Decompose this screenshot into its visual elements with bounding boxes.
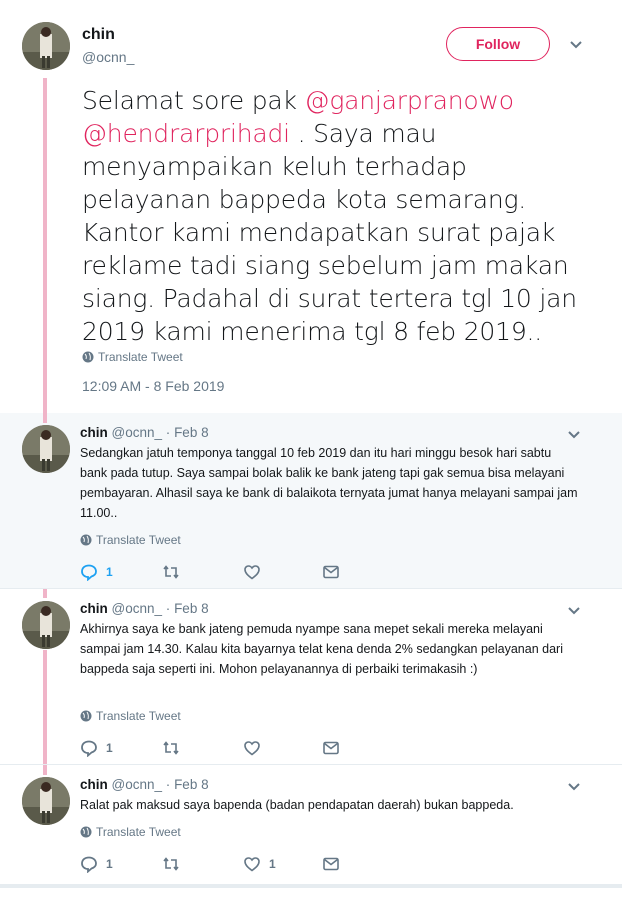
like-action[interactable]	[243, 739, 269, 757]
separator: ·	[165, 601, 171, 616]
avatar[interactable]	[22, 22, 70, 70]
mention-link[interactable]: @ganjarpranowo	[305, 86, 514, 115]
tweet-text-segment: Selamat sore pak	[82, 86, 305, 115]
reply-action[interactable]: 1	[80, 855, 113, 873]
reply-author-name[interactable]: chin	[80, 777, 108, 792]
reply-author-name[interactable]: chin	[80, 425, 108, 440]
chevron-down-icon[interactable]	[569, 40, 583, 50]
chevron-down-icon[interactable]	[567, 430, 581, 440]
translate-label: Translate Tweet	[98, 350, 183, 364]
reply-author-handle[interactable]: @ocnn_	[112, 601, 163, 616]
like-icon	[244, 857, 260, 872]
message-action[interactable]	[322, 855, 340, 873]
mention-link[interactable]: @hendrarprihadi	[82, 119, 290, 148]
separator: ·	[165, 425, 171, 440]
chevron-down-icon[interactable]	[567, 606, 581, 616]
reply-author-handle[interactable]: @ocnn_	[112, 777, 163, 792]
retweet-action[interactable]	[162, 739, 180, 757]
reply-count: 1	[106, 565, 113, 579]
reply-count: 1	[106, 741, 113, 755]
retweet-icon	[163, 741, 179, 755]
tweet-actions: 1	[80, 739, 380, 759]
chevron-down-icon[interactable]	[567, 782, 581, 792]
translate-tweet-link[interactable]: Translate Tweet	[80, 533, 181, 547]
reply-header: chin @ocnn_ · Feb 8	[80, 777, 209, 792]
translate-tweet-link[interactable]: Translate Tweet	[80, 825, 181, 839]
thread-line	[43, 650, 47, 775]
like-icon	[244, 741, 260, 756]
translate-label: Translate Tweet	[96, 533, 181, 547]
avatar[interactable]	[22, 777, 70, 825]
tweet-text: Selamat sore pak @ganjarpranowo @hendrar…	[82, 84, 602, 348]
reply-icon	[81, 856, 97, 873]
globe-icon	[80, 710, 92, 722]
retweet-icon	[163, 857, 179, 871]
translate-label: Translate Tweet	[96, 709, 181, 723]
like-icon	[244, 565, 260, 580]
reply-header: chin @ocnn_ · Feb 8	[80, 601, 209, 616]
avatar-image	[22, 777, 70, 825]
thread-line	[43, 78, 47, 423]
reply-author-handle[interactable]: @ocnn_	[112, 425, 163, 440]
message-icon	[323, 857, 339, 871]
message-action[interactable]	[322, 563, 340, 581]
reply-icon	[81, 740, 97, 757]
message-action[interactable]	[322, 739, 340, 757]
author-handle[interactable]: @ocnn_	[82, 49, 134, 65]
reply-text: Akhirnya saya ke bank jateng pemuda nyam…	[80, 622, 563, 676]
tweet-text-segment: . Saya mau menyampaikan keluh terhadap p…	[82, 119, 577, 346]
thread-line	[43, 413, 47, 423]
translate-label: Translate Tweet	[96, 825, 181, 839]
reply-date[interactable]: Feb 8	[174, 601, 209, 616]
like-action[interactable]: 1	[243, 855, 276, 873]
retweet-icon	[163, 565, 179, 579]
reply-count: 1	[106, 857, 113, 871]
like-count: 1	[269, 857, 276, 871]
globe-icon	[82, 351, 94, 363]
author-name[interactable]: chin	[82, 26, 115, 44]
reply-date[interactable]: Feb 8	[174, 425, 209, 440]
globe-icon	[80, 826, 92, 838]
reply-author-name[interactable]: chin	[80, 601, 108, 616]
reply-date[interactable]: Feb 8	[174, 777, 209, 792]
reply-text: Sedangkan jatuh temponya tanggal 10 feb …	[80, 446, 578, 520]
follow-button[interactable]: Follow	[446, 27, 550, 61]
reply-header: chin @ocnn_ · Feb 8	[80, 425, 209, 440]
divider	[0, 764, 622, 765]
reply-action[interactable]: 1	[80, 739, 113, 757]
reply-action[interactable]: 1	[80, 563, 113, 581]
retweet-action[interactable]	[162, 855, 180, 873]
message-icon	[323, 565, 339, 579]
avatar-image	[22, 22, 70, 70]
tweet-timestamp[interactable]: 12:09 AM - 8 Feb 2019	[82, 378, 224, 394]
avatar-image	[22, 601, 70, 649]
tweet-actions: 1	[80, 563, 380, 583]
translate-tweet-link[interactable]: Translate Tweet	[80, 709, 181, 723]
tweet-actions: 1 1	[80, 855, 380, 875]
like-action[interactable]	[243, 563, 269, 581]
reply-text: Ralat pak maksud saya bapenda (badan pen…	[80, 798, 514, 812]
globe-icon	[80, 534, 92, 546]
reply-icon	[81, 564, 97, 581]
bottom-divider	[0, 884, 622, 888]
avatar[interactable]	[22, 425, 70, 473]
avatar-image	[22, 425, 70, 473]
separator: ·	[165, 777, 171, 792]
divider	[0, 588, 622, 589]
translate-tweet-link[interactable]: Translate Tweet	[82, 350, 183, 364]
retweet-action[interactable]	[162, 563, 180, 581]
message-icon	[323, 741, 339, 755]
avatar[interactable]	[22, 601, 70, 649]
